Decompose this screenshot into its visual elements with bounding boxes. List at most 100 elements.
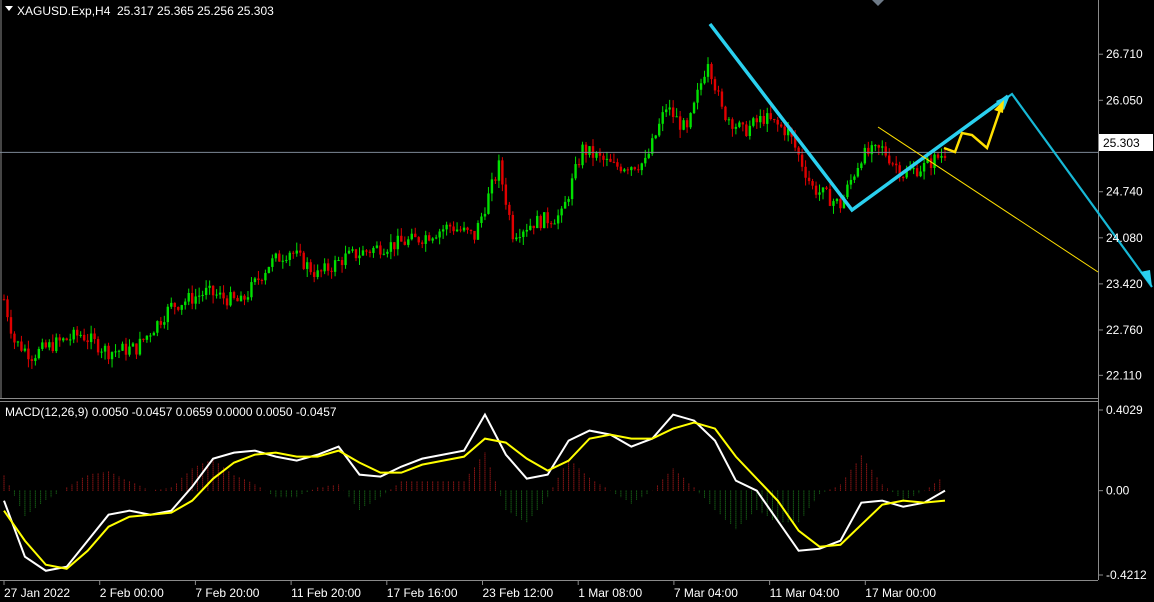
price-tick-label: 24.740 [1106,185,1143,199]
candle-bear [539,215,542,229]
candle-bull [835,198,839,202]
candle-bear [292,252,295,254]
macd-tick-label: -0.4212 [1106,568,1147,582]
candle-bull [651,138,654,154]
candle-bear [800,154,804,167]
wave-bold-line[interactable] [708,22,1010,213]
candle-bull [184,301,187,306]
candle-bull [246,297,250,300]
candle-bear [417,237,420,243]
time-axis[interactable]: 27 Jan 2022 2 Feb 00:00 7 Feb 20:00 11 Feb … [3,580,936,600]
candle-bull [361,250,365,256]
candle-bear [225,298,229,306]
candle-bull [110,352,114,360]
candle-bull [752,118,755,126]
candle-bear [773,119,776,121]
candle-bear [393,242,396,250]
candle-bear [713,79,717,91]
macd-tick-label: 0.4029 [1106,403,1143,417]
candle-bear [609,158,612,162]
candle-bull [201,294,204,296]
candle-bull [581,144,584,166]
candle-bear [494,179,497,181]
candle-bull [912,168,915,170]
yellow-path[interactable] [943,103,1004,154]
candle-bull [41,342,44,349]
candle-bear [448,224,452,227]
candle-bull [103,345,107,352]
trading-chart[interactable]: XAGUSD.Exp,H4 25.317 25.365 25.256 25.30… [0,0,1154,602]
candle-bear [769,113,772,120]
time-tick-label: 17 Mar 00:00 [865,586,936,600]
candle-bull [100,351,103,353]
macd-tick-label: 0.00 [1106,484,1130,498]
candle-bull [455,229,459,232]
candle-bull [295,250,298,254]
candle-bull [89,333,93,343]
candle-bull [860,163,863,169]
candle-bear [825,187,828,189]
candle-bull [766,113,769,124]
candle-bull [881,146,884,148]
candle-bear [177,306,180,310]
candle-bull [410,233,413,240]
candle-bear [741,122,745,125]
candle-bear [299,250,302,253]
price-axis[interactable]: 26.71026.05025.39024.74024.08023.42022.7… [1098,47,1143,382]
time-tick-label: 23 Feb 12:00 [483,586,554,600]
candle-bull [333,260,337,272]
candle-bear [27,348,30,360]
shift-marker-icon[interactable] [872,0,884,6]
candle-bull [267,266,271,273]
candle-bull [522,231,525,238]
candle-bull [253,278,257,283]
candle-bear [724,106,727,121]
candle-bear [427,235,431,241]
time-tick-label: 11 Feb 20:00 [291,586,361,600]
candle-bear [745,124,748,136]
candle-bull [358,255,361,259]
candle-bull [570,178,574,200]
symbol-dropdown-icon[interactable] [5,6,13,11]
candle-bear [546,212,549,224]
candle-bull [316,270,319,277]
candle-bull [560,208,563,216]
candle-bull [69,339,72,341]
candle-bear [943,155,947,158]
candle-bull [121,343,124,351]
candle-bull [543,212,546,229]
candle-bear [678,116,682,130]
candle-bull [149,335,152,337]
candle-bull [818,192,821,195]
candle-bull [940,155,943,158]
candle-bear [776,119,779,125]
candle-bear [473,230,476,240]
candle-bull [34,358,37,361]
candle-bull [515,237,518,240]
candle-bull [706,64,710,77]
candle-bear [330,270,333,272]
candle-bull [658,123,661,136]
candle-bull [431,238,434,241]
candle-bear [685,120,689,128]
candle-bear [93,333,96,340]
candle-bull [734,126,738,129]
candle-bull [281,260,285,262]
macd-header: MACD(12,26,9) 0.0050 -0.0457 0.0659 0.00… [5,405,337,419]
analysis-drawings[interactable] [0,22,1153,288]
candle-bull [163,322,166,325]
candle-bear [549,223,553,225]
candle-bear [612,161,616,163]
price-tick-label: 22.110 [1106,368,1142,382]
candle-bull [170,302,173,307]
candle-bear [459,229,462,231]
candle-bear [720,91,724,107]
candle-bear [365,250,368,252]
candle-bull [647,153,650,158]
candle-bear [577,164,581,166]
candle-bull [208,285,211,288]
candle-bull [490,179,494,194]
candle-bear [626,169,630,171]
candle-bull [138,338,142,355]
candle-bear [319,270,323,272]
